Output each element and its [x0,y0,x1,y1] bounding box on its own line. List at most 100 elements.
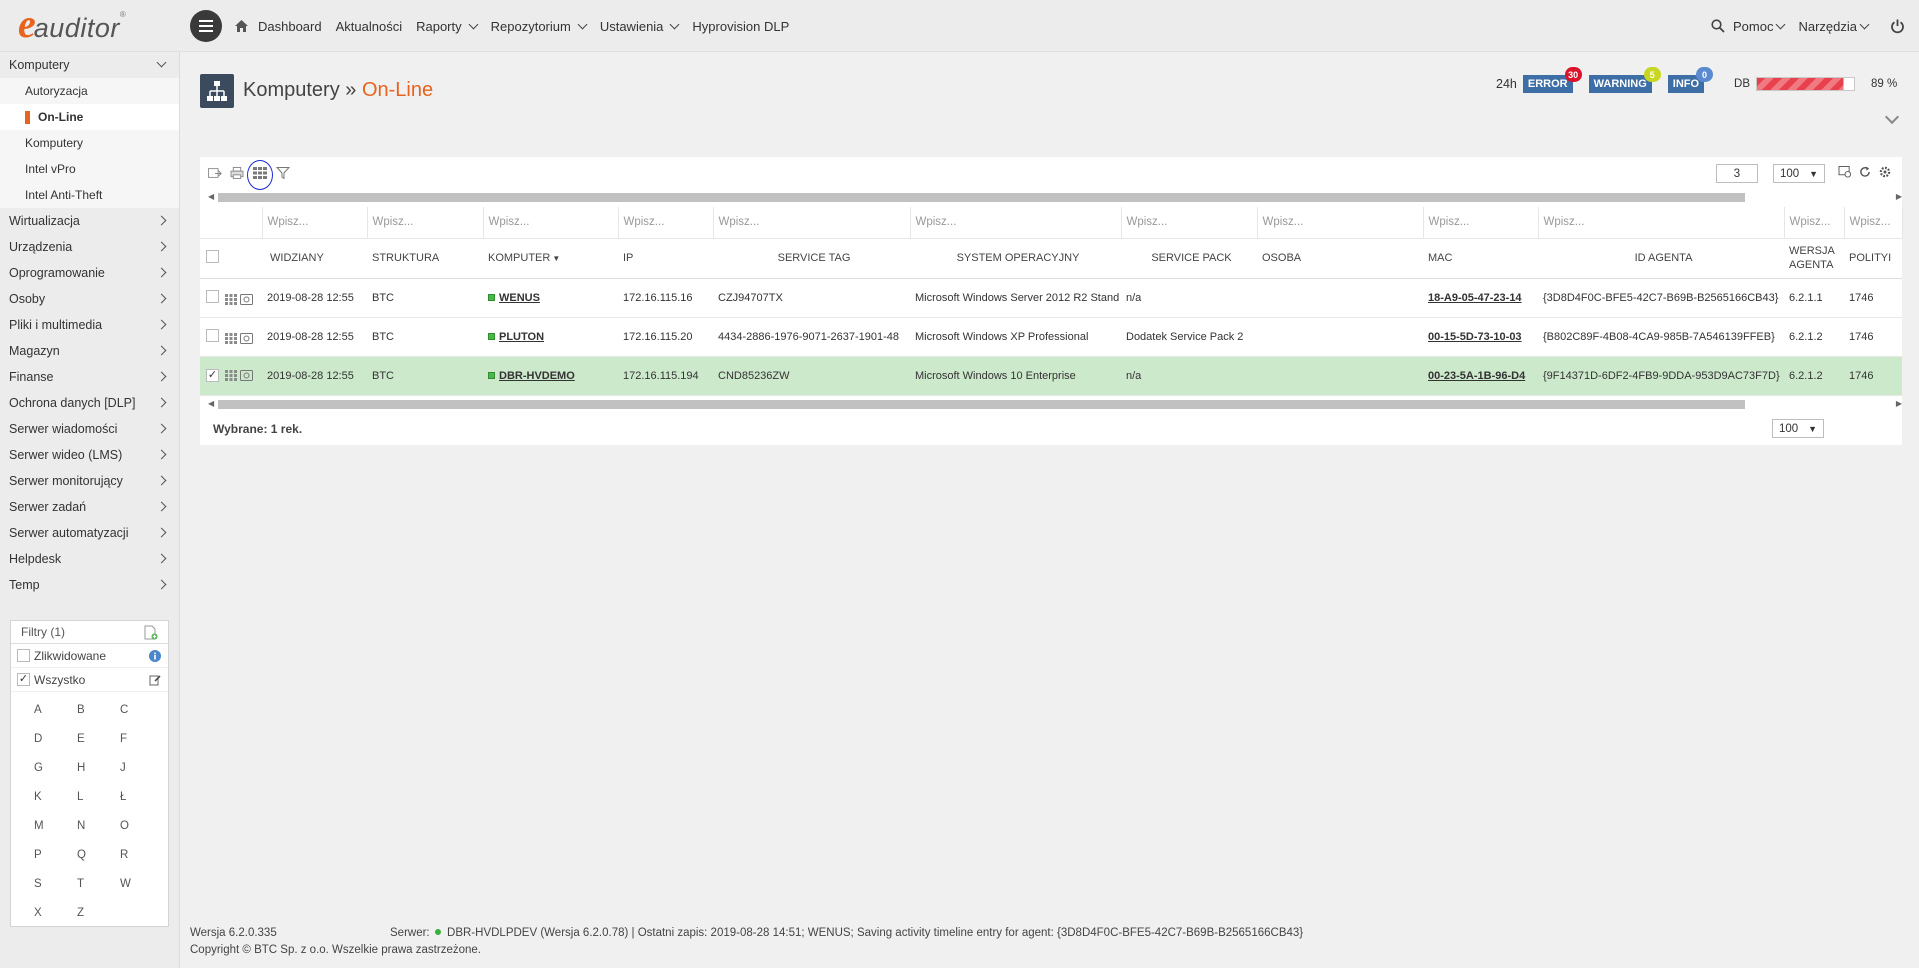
cell-komputer[interactable]: DBR-HVDEMO [483,356,618,396]
edit-icon[interactable] [149,674,161,686]
letter-filter-9[interactable]: K [34,791,77,808]
letter-filter-3[interactable]: D [34,733,77,750]
cell-mac[interactable]: 18-A9-05-47-23-14 [1423,278,1538,318]
warning-badge[interactable]: WARNING 5 [1588,67,1661,93]
column-header-osoba[interactable]: OSOBA [1257,238,1423,279]
nav-hyprovision[interactable]: Hyprovision DLP [692,19,789,34]
table-row[interactable]: 2019-08-28 12:55 BTC PLUTON 172.16.115.20 44… [200,317,1902,357]
column-header-service-tag[interactable]: SERVICE TAG [713,238,910,279]
column-header-service-pack[interactable]: SERVICE PACK [1121,238,1257,279]
filter-input-id-agenta[interactable]: Wpisz... [1538,207,1785,239]
scrollbar-thumb[interactable] [218,400,1745,409]
mac-link[interactable]: 00-23-5A-1B-96-D4 [1428,370,1525,382]
computer-link[interactable]: DBR-HVDEMO [499,370,575,382]
row-checkbox[interactable] [206,289,219,303]
column-header-ip[interactable]: IP [618,238,713,279]
nav-pomoc[interactable]: Pomoc [1711,19,1786,34]
mac-link[interactable]: 18-A9-05-47-23-14 [1428,292,1522,304]
filter-row-zlikwidowane[interactable]: Zlikwidowane [11,644,168,668]
sidebar-item-serwer-automatyzacji[interactable]: Serwer automatyzacji [0,520,179,546]
letter-filter-0[interactable]: A [34,704,77,721]
page-size-select[interactable]: 100 ▼ [1773,164,1825,183]
filter-input-system[interactable]: Wpisz... [910,207,1122,239]
letter-filter-5[interactable]: F [120,733,163,750]
filter-input-osoba[interactable]: Wpisz... [1257,207,1424,239]
horizontal-scrollbar-top[interactable]: ◀ ▶ [208,191,1902,203]
sidebar-item-serwer-monitorujacy[interactable]: Serwer monitorujący [0,468,179,494]
scroll-right-arrow-icon[interactable]: ▶ [1896,399,1902,408]
nav-dashboard[interactable]: Dashboard [235,19,322,34]
row-screen-icon[interactable] [240,369,253,381]
sidebar-item-intel-vpro[interactable]: Intel vPro [0,156,179,182]
bottom-page-size-select[interactable]: 100 ▼ [1772,419,1824,438]
row-grid-icon[interactable] [225,294,237,306]
cell-mac[interactable]: 00-23-5A-1B-96-D4 [1423,356,1538,396]
column-header-system[interactable]: SYSTEM OPERACYJNY [910,238,1121,279]
sidebar-item-finanse[interactable]: Finanse [0,364,179,390]
letter-filter-18[interactable]: S [34,878,77,895]
column-header-widziany[interactable]: WIDZIANY [262,238,367,279]
view-settings-icon[interactable] [1838,166,1852,178]
filter-checkbox[interactable] [17,649,30,662]
add-filter-icon[interactable] [144,625,158,640]
row-checkbox[interactable]: ✓ [206,369,219,382]
refresh-icon[interactable] [1858,166,1872,178]
letter-filter-13[interactable]: N [77,820,120,837]
sidebar-item-intel-anti-theft[interactable]: Intel Anti-Theft [0,182,179,208]
sidebar-item-online[interactable]: On-Line [0,104,179,130]
filter-icon[interactable] [276,167,290,179]
letter-filter-11[interactable]: Ł [120,791,163,808]
letter-filter-6[interactable]: G [34,762,77,779]
sidebar-item-serwer-wiadomosci[interactable]: Serwer wiadomości [0,416,179,442]
nav-aktualnosci[interactable]: Aktualności [336,19,402,34]
sidebar-item-serwer-zadan[interactable]: Serwer zadań [0,494,179,520]
sidebar-item-urzadzenia[interactable]: Urządzenia [0,234,179,260]
nav-raporty[interactable]: Raporty [416,19,479,34]
sidebar-item-komputery-sub[interactable]: Komputery [0,130,179,156]
letter-filter-17[interactable]: R [120,849,163,866]
info-badge[interactable]: INFO 0 [1667,67,1714,93]
letter-filter-1[interactable]: B [77,704,120,721]
horizontal-scrollbar-bottom[interactable]: ◀ ▶ [208,398,1902,410]
cell-komputer[interactable]: WENUS [483,278,618,318]
row-grid-icon[interactable] [225,369,237,381]
filter-input-service-pack[interactable]: Wpisz... [1121,207,1258,239]
page-number-input[interactable]: 3 [1716,164,1758,183]
filter-input-mac[interactable]: Wpisz... [1423,207,1539,239]
menu-toggle-button[interactable] [190,10,222,42]
column-header-mac[interactable]: MAC [1423,238,1538,279]
error-badge[interactable]: ERROR 30 [1522,67,1582,93]
sidebar-item-serwer-wideo[interactable]: Serwer wideo (LMS) [0,442,179,468]
filter-input-polityki[interactable]: Wpisz... [1844,207,1903,239]
filter-input-wersja-agenta[interactable]: Wpisz... [1784,207,1845,239]
nav-repozytorium[interactable]: Repozytorium [491,19,588,34]
letter-filter-16[interactable]: Q [77,849,120,866]
gear-icon[interactable] [1878,166,1892,178]
nav-narzedzia[interactable]: Narzędzia [1798,19,1870,34]
collapse-chevron-icon[interactable] [1884,109,1900,125]
filter-input-struktura[interactable]: Wpisz... [367,207,484,239]
computer-link[interactable]: WENUS [499,292,540,304]
filter-input-ip[interactable]: Wpisz... [618,207,714,239]
cell-mac[interactable]: 00-15-5D-73-10-03 [1423,317,1538,357]
scrollbar-thumb[interactable] [218,193,1745,202]
sidebar-item-dlp[interactable]: Ochrona danych [DLP] [0,390,179,416]
export-icon[interactable] [208,167,222,179]
filter-input-komputer[interactable]: Wpisz... [483,207,619,239]
filter-input-service-tag[interactable]: Wpisz... [713,207,911,239]
letter-filter-20[interactable]: W [120,878,163,895]
scroll-right-arrow-icon[interactable]: ▶ [1896,192,1902,201]
sidebar-item-komputery[interactable]: Komputery [0,52,179,78]
column-header-id-agenta[interactable]: ID AGENTA [1538,238,1784,279]
filter-input-widziany[interactable]: Wpisz... [262,207,368,239]
column-header-polityki[interactable]: POLITYI [1844,238,1902,279]
scroll-left-arrow-icon[interactable]: ◀ [208,192,214,201]
filter-checkbox-checked[interactable]: ✓ [17,673,30,686]
table-row[interactable]: 2019-08-28 12:55 BTC WENUS 172.16.115.16 CZJ… [200,278,1902,318]
letter-filter-2[interactable]: C [120,704,163,721]
cell-komputer[interactable]: PLUTON [483,317,618,357]
scroll-left-arrow-icon[interactable]: ◀ [208,399,214,408]
letter-filter-14[interactable]: O [120,820,163,837]
select-all-checkbox[interactable] [206,250,219,263]
sidebar-item-osoby[interactable]: Osoby [0,286,179,312]
